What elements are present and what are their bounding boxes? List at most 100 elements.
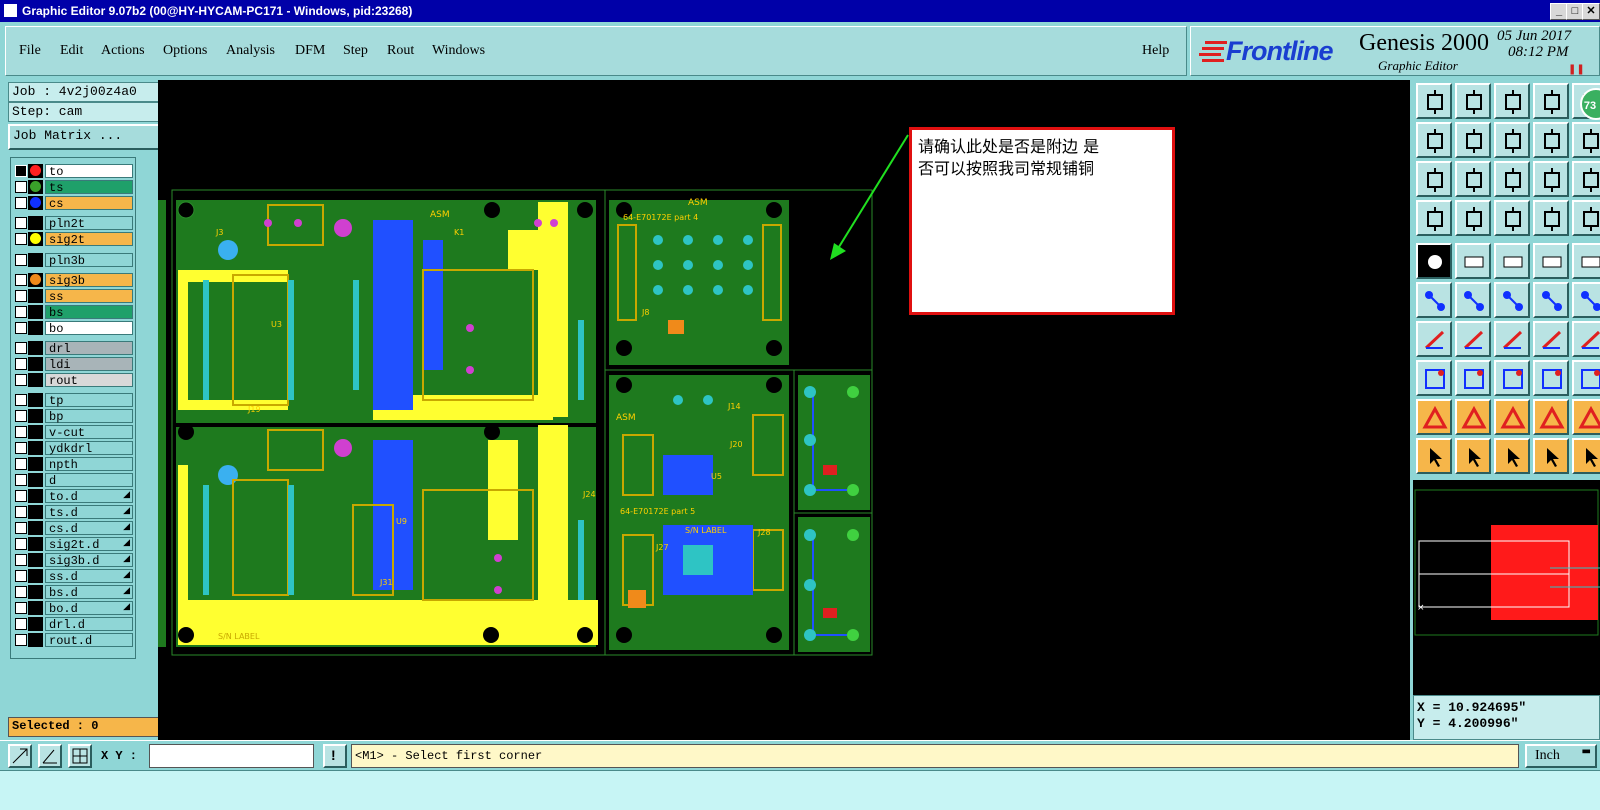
layer-color-swatch[interactable] <box>28 289 43 303</box>
layer-checkbox[interactable] <box>15 374 27 386</box>
layer-checkbox[interactable] <box>15 254 27 266</box>
layer-checkbox[interactable] <box>15 394 27 406</box>
menu-actions[interactable]: Actions <box>101 43 145 59</box>
layer-color-swatch[interactable] <box>28 180 43 194</box>
tool-button-r5-c1[interactable] <box>1455 282 1491 318</box>
layer-color-swatch[interactable] <box>28 357 43 371</box>
tool-button-r6-c4[interactable] <box>1572 321 1600 357</box>
layer-checkbox[interactable] <box>15 586 27 598</box>
layer-checkbox[interactable] <box>15 602 27 614</box>
layer-checkbox[interactable] <box>15 442 27 454</box>
layer-name[interactable]: v-cut <box>45 425 133 440</box>
layer-checkbox[interactable] <box>15 458 27 470</box>
tool-button-r6-c2[interactable] <box>1494 321 1530 357</box>
layer-color-swatch[interactable] <box>28 585 43 599</box>
menu-rout[interactable]: Rout <box>387 43 414 59</box>
layer-row[interactable]: sig3b <box>14 273 133 288</box>
layer-checkbox[interactable] <box>15 410 27 422</box>
tool-button-r3-c4[interactable] <box>1572 200 1600 236</box>
layer-checkbox[interactable] <box>15 197 27 209</box>
layer-checkbox[interactable] <box>15 290 27 302</box>
layer-color-swatch[interactable] <box>28 216 43 230</box>
layer-name[interactable]: pln3b <box>45 253 133 268</box>
layer-color-swatch[interactable] <box>28 321 43 335</box>
layer-name[interactable]: to.d <box>45 489 133 504</box>
layer-row[interactable]: rout <box>14 373 133 388</box>
tool-button-r1-c1[interactable] <box>1455 122 1491 158</box>
menu-step[interactable]: Step <box>343 43 368 59</box>
layer-color-swatch[interactable] <box>28 373 43 387</box>
layer-row[interactable]: sig3b.d ◢ <box>14 553 133 568</box>
tool-button-r6-c1[interactable] <box>1455 321 1491 357</box>
tool-button-r1-c2[interactable] <box>1494 122 1530 158</box>
tool-button-r9-c3[interactable] <box>1533 438 1569 474</box>
layer-row[interactable]: pln2t <box>14 216 133 231</box>
menu-dfm[interactable]: DFM <box>295 43 325 59</box>
layer-row[interactable]: ydkdrl <box>14 441 133 456</box>
tool-button-r9-c1[interactable] <box>1455 438 1491 474</box>
layer-color-swatch[interactable] <box>28 537 43 551</box>
tool-button-r0-c2[interactable] <box>1494 83 1530 119</box>
layer-row[interactable]: cs <box>14 196 133 211</box>
layer-color-swatch[interactable] <box>28 601 43 615</box>
layer-row[interactable]: ss <box>14 289 133 304</box>
layer-color-swatch[interactable] <box>28 505 43 519</box>
layer-row[interactable]: drl <box>14 341 133 356</box>
layer-row[interactable]: bo <box>14 321 133 336</box>
layer-row[interactable]: cs.d ◢ <box>14 521 133 536</box>
layer-color-swatch[interactable] <box>28 569 43 583</box>
tool-button-r2-c2[interactable] <box>1494 161 1530 197</box>
layer-name[interactable]: ts <box>45 180 133 195</box>
layer-row[interactable]: v-cut <box>14 425 133 440</box>
layer-color-swatch[interactable] <box>28 617 43 631</box>
tool-button-r3-c3[interactable] <box>1533 200 1569 236</box>
layer-name[interactable]: ss.d <box>45 569 133 584</box>
layer-checkbox[interactable] <box>15 570 27 582</box>
layer-row[interactable]: bp <box>14 409 133 424</box>
layer-row[interactable]: bs.d ◢ <box>14 585 133 600</box>
layer-name[interactable]: npth <box>45 457 133 472</box>
layer-name[interactable]: sig3b.d <box>45 553 133 568</box>
layer-checkbox[interactable] <box>15 217 27 229</box>
layer-row[interactable]: d <box>14 473 133 488</box>
tool-button-r0-c1[interactable] <box>1455 83 1491 119</box>
layer-checkbox[interactable] <box>15 522 27 534</box>
layer-name[interactable]: ydkdrl <box>45 441 133 456</box>
layer-row[interactable]: pln3b <box>14 253 133 268</box>
tool-button-r4-c1[interactable] <box>1455 243 1491 279</box>
tool-button-r0-c0[interactable] <box>1416 83 1452 119</box>
tool-button-r8-c3[interactable] <box>1533 399 1569 435</box>
angle-button[interactable] <box>38 744 62 768</box>
tool-button-r8-c4[interactable] <box>1572 399 1600 435</box>
layer-row[interactable]: to.d ◢ <box>14 489 133 504</box>
menu-analysis[interactable]: Analysis <box>226 43 275 59</box>
tool-button-r5-c4[interactable] <box>1572 282 1600 318</box>
layer-name[interactable]: rout <box>45 373 133 388</box>
layer-row[interactable]: tp <box>14 393 133 408</box>
tool-button-r7-c0[interactable] <box>1416 360 1452 396</box>
layer-checkbox[interactable] <box>15 181 27 193</box>
tool-button-r7-c1[interactable] <box>1455 360 1491 396</box>
tool-button-r2-c0[interactable] <box>1416 161 1452 197</box>
units-dropdown[interactable]: Inch ▬ <box>1525 744 1597 768</box>
menu-windows[interactable]: Windows <box>432 43 485 59</box>
layer-color-swatch[interactable] <box>28 305 43 319</box>
layer-name[interactable]: pln2t <box>45 216 133 231</box>
layer-checkbox[interactable] <box>15 322 27 334</box>
layer-row[interactable]: drl.d <box>14 617 133 632</box>
layer-color-swatch[interactable] <box>28 393 43 407</box>
tool-button-r2-c1[interactable] <box>1455 161 1491 197</box>
layer-name[interactable]: rout.d <box>45 633 133 648</box>
layer-name[interactable]: ts.d <box>45 505 133 520</box>
layer-checkbox[interactable] <box>15 426 27 438</box>
xy-input[interactable] <box>149 744 314 768</box>
layer-name[interactable]: bo <box>45 321 133 336</box>
layer-name[interactable]: sig2t.d <box>45 537 133 552</box>
layer-name[interactable]: sig3b <box>45 273 133 288</box>
layer-color-swatch[interactable] <box>28 553 43 567</box>
tool-button-r3-c1[interactable] <box>1455 200 1491 236</box>
tool-button-r9-c4[interactable] <box>1572 438 1600 474</box>
tool-button-r5-c2[interactable] <box>1494 282 1530 318</box>
tool-button-r0-c3[interactable] <box>1533 83 1569 119</box>
layer-row[interactable]: bs <box>14 305 133 320</box>
